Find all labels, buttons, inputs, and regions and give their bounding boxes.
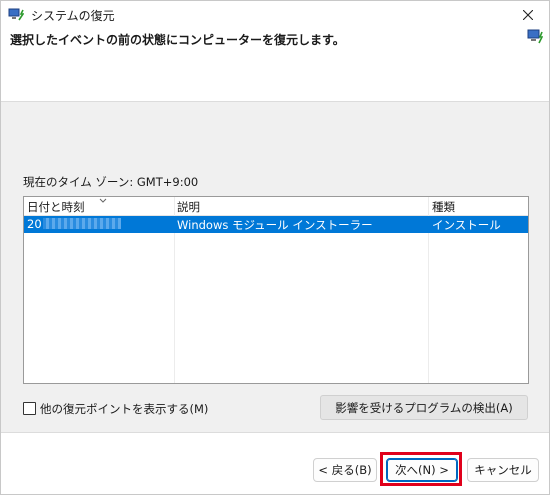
list-header: 日付と時刻 説明 種類 [24, 197, 528, 216]
restore-point-panel: 現在のタイム ゾーン: GMT+9:00 日付と時刻 説明 種類 20 Wind… [1, 102, 549, 432]
close-button[interactable] [507, 1, 549, 29]
column-header-datetime-label: 日付と時刻 [27, 200, 85, 214]
footer-divider [1, 432, 549, 433]
cell-description: Windows モジュール インストーラー [177, 218, 373, 232]
title-bar: システムの復元 [1, 1, 549, 29]
cell-type: インストール [432, 218, 501, 232]
next-button[interactable]: 次へ(N) > [386, 458, 458, 482]
show-more-restore-points-checkbox[interactable]: 他の復元ポイントを表示する(M) [23, 401, 208, 417]
cell-datetime: 20 [27, 217, 121, 231]
column-header-description[interactable]: 説明 [177, 199, 200, 215]
page-heading: 選択したイベントの前の状態にコンピューターを復元します。 [10, 33, 345, 47]
table-row-selected[interactable]: 20 Windows モジュール インストーラー インストール [24, 216, 528, 233]
redacted-datetime [42, 218, 121, 229]
system-restore-window: システムの復元 選択したイベントの前の状態にコンピューターを復元します。 現在の… [0, 0, 550, 495]
window-title: システムの復元 [31, 9, 115, 23]
scan-affected-programs-button[interactable]: 影響を受けるプログラムの検出(A) [320, 395, 528, 420]
system-restore-icon [8, 8, 24, 21]
checkbox-box[interactable] [23, 402, 36, 415]
restore-point-list[interactable]: 日付と時刻 説明 種類 20 Windows モジュール インストーラー インス… [23, 196, 529, 384]
cancel-button[interactable]: キャンセル [467, 458, 539, 482]
column-header-datetime[interactable]: 日付と時刻 [27, 198, 107, 215]
checkbox-label: 他の復元ポイントを表示する(M) [40, 402, 209, 416]
datetime-prefix: 20 [27, 217, 42, 231]
back-button[interactable]: < 戻る(B) [313, 458, 377, 482]
system-restore-icon [527, 29, 543, 44]
chevron-down-icon [99, 198, 107, 203]
column-header-type[interactable]: 種類 [432, 199, 455, 215]
timezone-label: 現在のタイム ゾーン: GMT+9:00 [23, 175, 199, 189]
close-icon [523, 10, 533, 20]
